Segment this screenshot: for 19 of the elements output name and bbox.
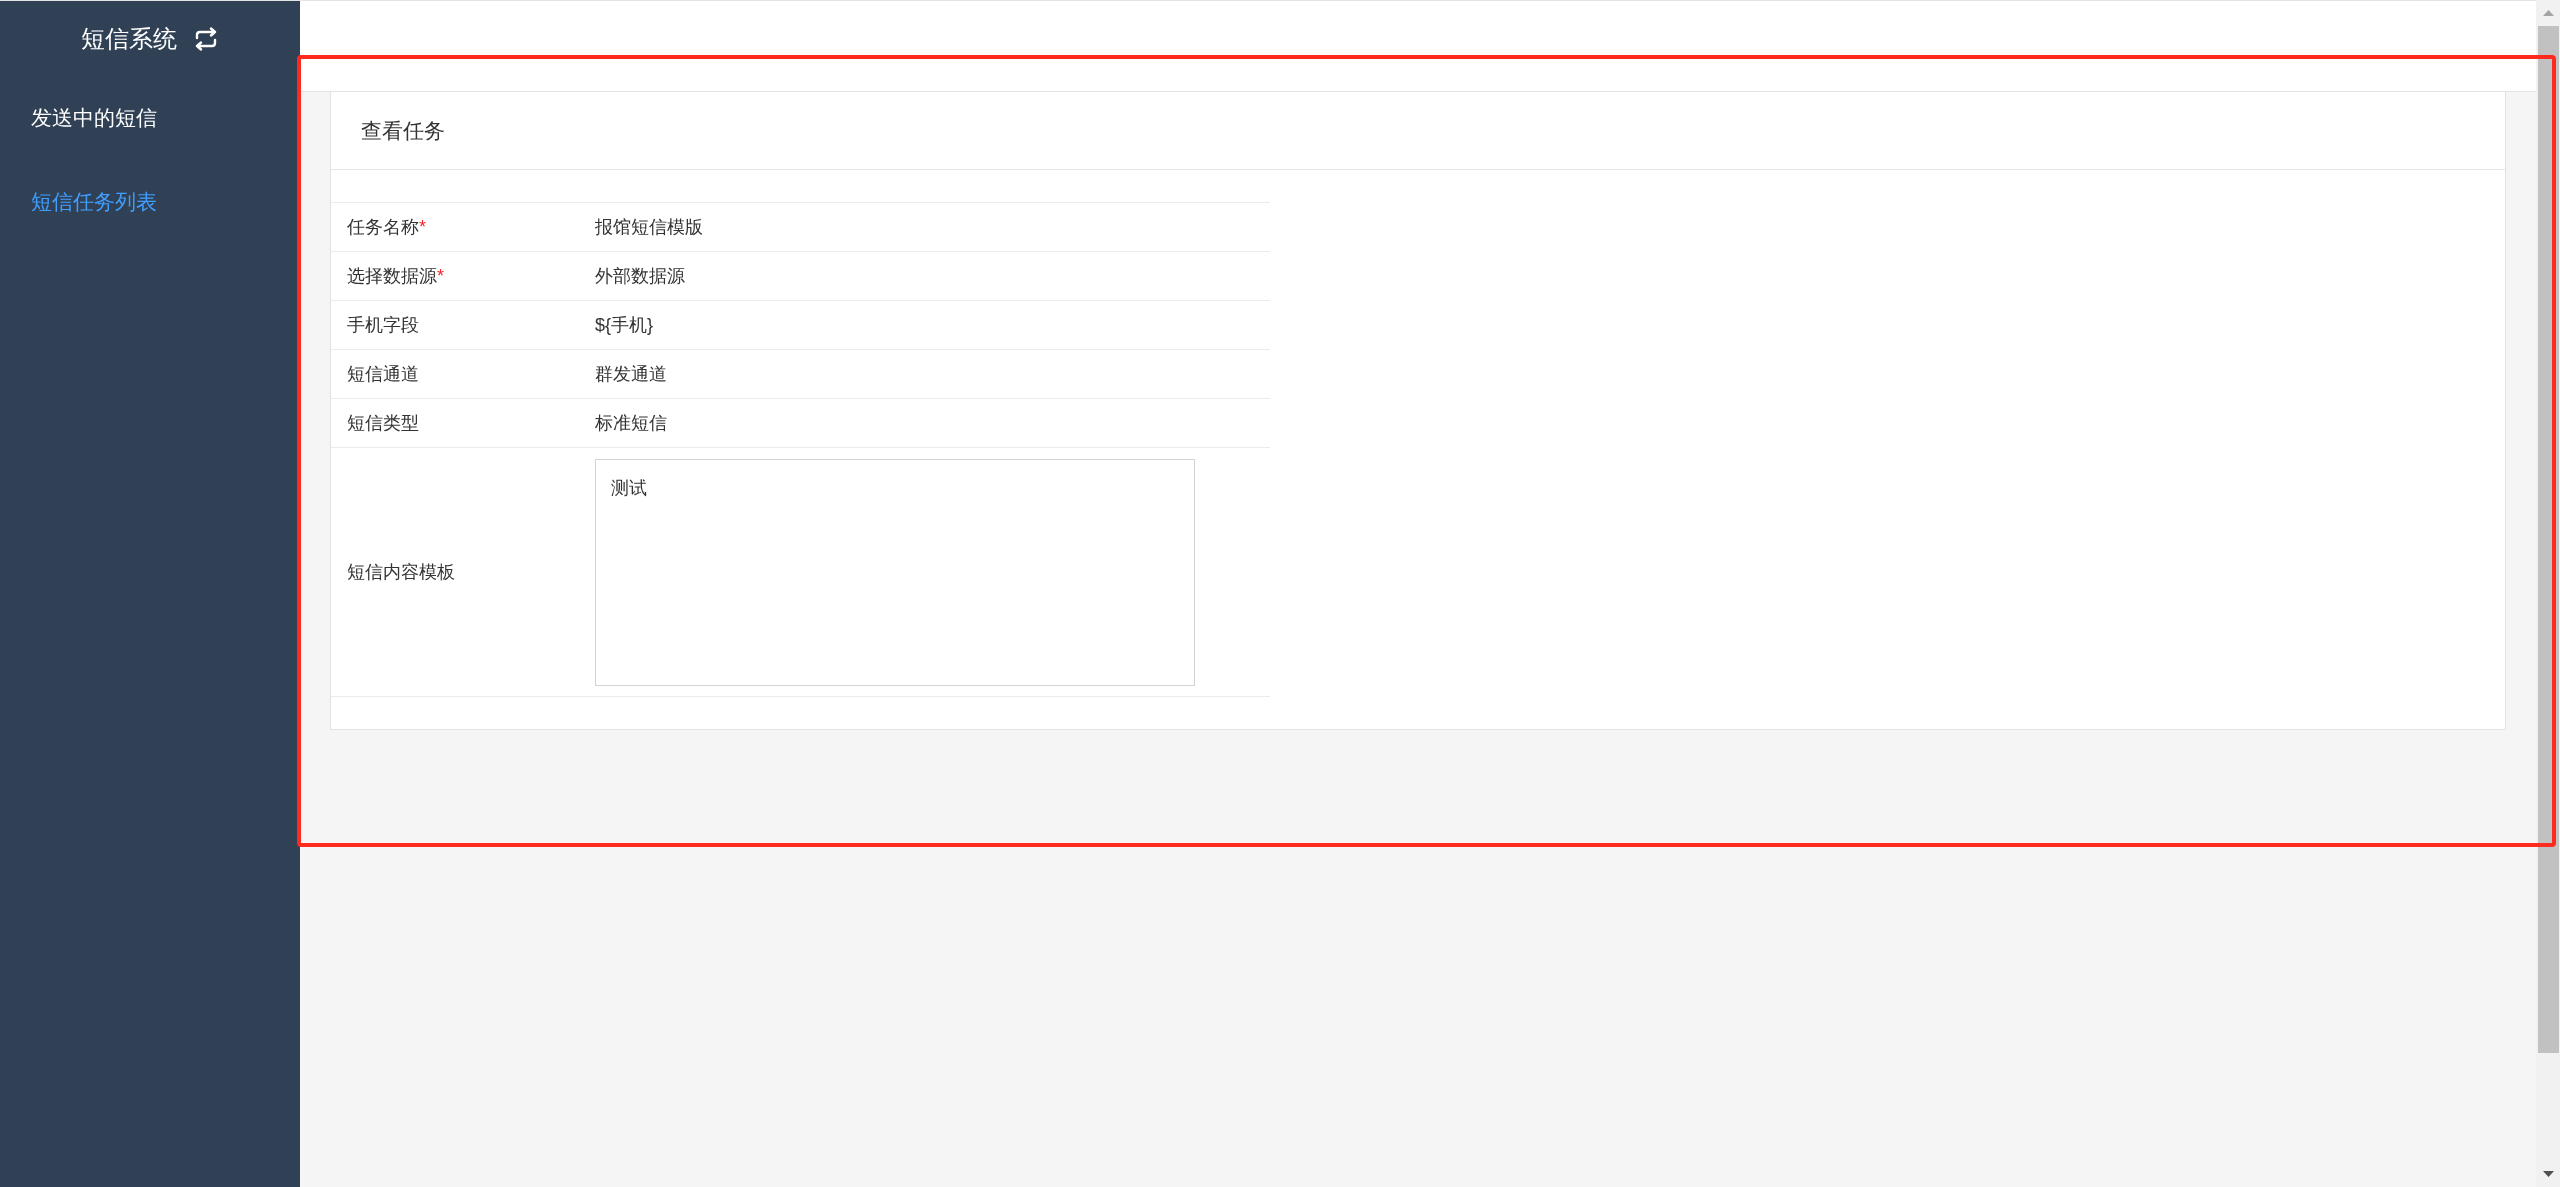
field-value: 标准短信 — [595, 412, 667, 435]
card-title: 查看任务 — [361, 117, 445, 144]
field-value: 群发通道 — [595, 363, 667, 386]
scroll-down-icon[interactable] — [2542, 1171, 2554, 1177]
field-label: 任务名称* — [347, 217, 426, 237]
content-textarea[interactable]: 测试 — [595, 459, 1195, 686]
app-title: 短信系统 — [81, 23, 177, 54]
field-value: 报馆短信模版 — [595, 216, 703, 239]
field-label: 短信内容模板 — [347, 562, 455, 582]
scroll-up-icon[interactable] — [2542, 10, 2554, 16]
field-label: 手机字段 — [347, 315, 419, 335]
swap-icon[interactable] — [193, 26, 219, 51]
menu-item[interactable]: 短信任务列表 — [31, 188, 157, 216]
field-value: 外部数据源 — [595, 265, 685, 288]
field-value: ${手机} — [595, 314, 654, 337]
field-label: 短信通道 — [347, 364, 419, 384]
field-label: 短信类型 — [347, 413, 419, 433]
menu-item[interactable]: 发送中的短信 — [31, 104, 157, 132]
field-label: 选择数据源* — [347, 266, 444, 286]
